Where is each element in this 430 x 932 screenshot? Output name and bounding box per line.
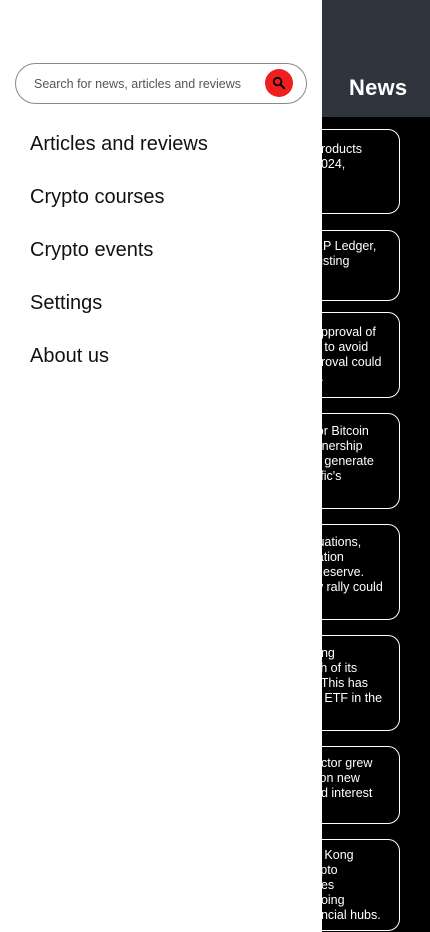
search-bar [15, 63, 307, 104]
menu-item-crypto-events[interactable]: Crypto events [30, 239, 153, 262]
news-card-text: ong ch of its . This has d ETF in the [314, 646, 383, 705]
screen: News products 2024, r RP Ledger, xisting… [0, 0, 430, 932]
search-icon [272, 76, 286, 90]
news-card-text: g Kong ypto ges going ancial hubs. [314, 848, 381, 922]
search-input[interactable] [34, 74, 266, 94]
news-card-text: ector grew lion new nd interest [314, 756, 373, 800]
news-card-text: tuations, lation Reserve. w rally could [314, 535, 383, 594]
menu-item-crypto-courses[interactable]: Crypto courses [30, 186, 165, 209]
menu-item-settings[interactable]: Settings [30, 292, 102, 315]
menu-item-articles-and-reviews[interactable]: Articles and reviews [30, 133, 208, 156]
navigation-drawer: Articles and reviews Crypto courses Cryp… [0, 0, 322, 932]
menu-item-about-us[interactable]: About us [30, 345, 109, 368]
search-button[interactable] [265, 69, 293, 97]
news-card-text: RP Ledger, xisting [314, 239, 377, 268]
news-card-text: products 2024, r [314, 142, 362, 186]
news-card-text: approval of e to avoid proval could s. [314, 325, 382, 384]
news-card-text: jor Bitcoin rtnership o generate tific's [314, 424, 374, 483]
